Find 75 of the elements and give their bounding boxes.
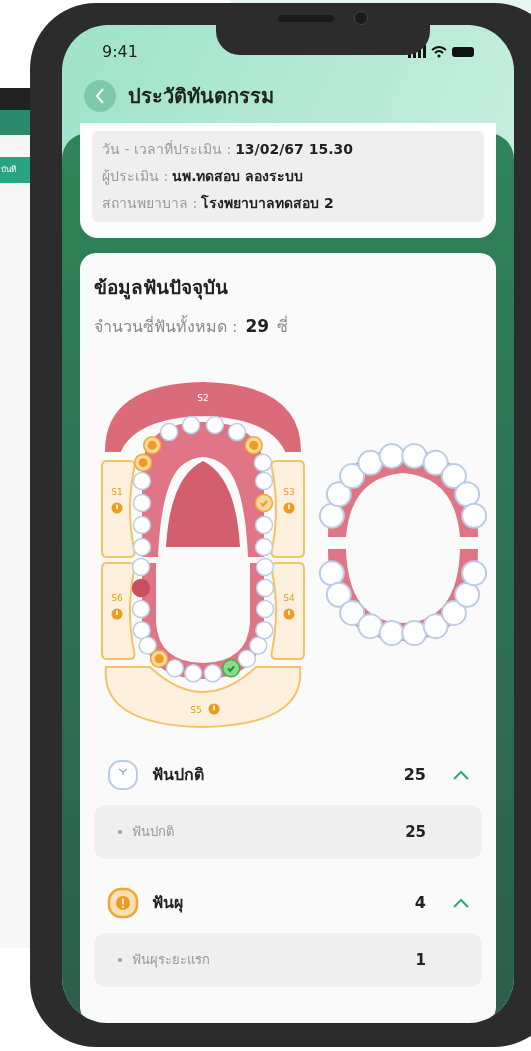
tooth-icon [106,758,140,792]
chevron-up-icon[interactable] [452,769,470,781]
tooth[interactable] [203,664,222,683]
info-value: โรงพยาบาลทดสอบ 2 [201,193,334,213]
tooth[interactable] [131,578,151,598]
info-value: 13/02/67 15.30 [235,140,353,159]
status-time: 9:41 [102,40,138,63]
count-label: จำนวนซี่ฟันทั้งหมด : [94,314,238,338]
info-label: สถานพยาบาล : [102,194,198,213]
segment-label: S1 [111,487,123,497]
tooth[interactable] [255,578,275,598]
group-count: 25 [403,764,426,786]
group-count: 4 [414,892,426,914]
group-label: ฟันผุ [152,892,184,915]
tooth[interactable] [254,537,274,557]
sub-item-count: 25 [405,821,426,843]
sub-item-label: ฟันผุระยะแรก [132,951,211,970]
tooth[interactable] [133,453,153,472]
tooth[interactable] [253,453,273,472]
tooth[interactable] [237,649,257,668]
tooth[interactable] [184,664,203,683]
segment-area[interactable] [101,562,136,660]
info-label: วัน - เวลาที่ประเมิน : [102,139,232,159]
tooth[interactable] [254,515,274,535]
segment-label: S5 [190,705,202,715]
group-label: ฟันปกติ [152,764,205,786]
tablet-header-bar [0,110,30,135]
page-title: ประวัติทันตกรรม [128,82,274,110]
tooth[interactable] [131,599,151,619]
tooth[interactable] [138,636,157,655]
tooth[interactable] [165,659,185,678]
tooth[interactable] [254,493,274,513]
chevron-up-icon[interactable] [452,897,470,909]
count-unit: ซี่ [277,315,289,338]
battery-icon [452,46,474,57]
tooth[interactable] [255,557,275,577]
tooth[interactable] [131,557,151,577]
tablet-button[interactable]: บันทึ [0,157,30,183]
tooth[interactable] [149,649,169,668]
card-title: ข้อมูลฟันปัจจุบัน [94,275,229,302]
tooth[interactable] [244,436,263,455]
tooth[interactable] [181,415,201,435]
button-label[interactable]: บันทึ [1,164,16,176]
back-button[interactable] [84,79,116,112]
tooth[interactable] [132,471,152,491]
segment-area[interactable] [270,460,305,558]
segment-area[interactable] [105,382,301,452]
tooth[interactable] [255,599,275,619]
tooth[interactable] [132,515,152,535]
tooth[interactable] [159,422,179,442]
segment-area[interactable] [104,666,302,728]
sub-item-label: ฟันปกติ [132,823,175,842]
segment-label: S2 [197,393,209,403]
segment-label: S6 [111,593,123,603]
tooth[interactable] [132,493,152,513]
tooth[interactable] [255,620,274,640]
tooth[interactable] [132,537,152,557]
count-value: 29 [245,314,270,338]
tooth[interactable] [143,436,162,455]
caries-tooth-icon [106,886,140,920]
tooth[interactable] [249,636,268,655]
segment-area[interactable] [270,562,305,660]
segment-label: S4 [283,593,295,603]
info-label: ผู้ประเมิน : [102,167,169,187]
info-value: นพ.ทดสอบ ลองระบบ [172,167,304,186]
tooth[interactable] [227,422,247,442]
tooth[interactable] [221,659,241,678]
tooth[interactable] [132,620,151,640]
segment-label: S3 [283,487,295,497]
sub-item-count: 1 [415,949,426,971]
tooth[interactable] [205,415,225,435]
segment-area[interactable] [101,460,136,558]
wifi-icon [431,45,447,58]
back-icon [94,86,106,105]
tooth[interactable] [254,471,274,491]
